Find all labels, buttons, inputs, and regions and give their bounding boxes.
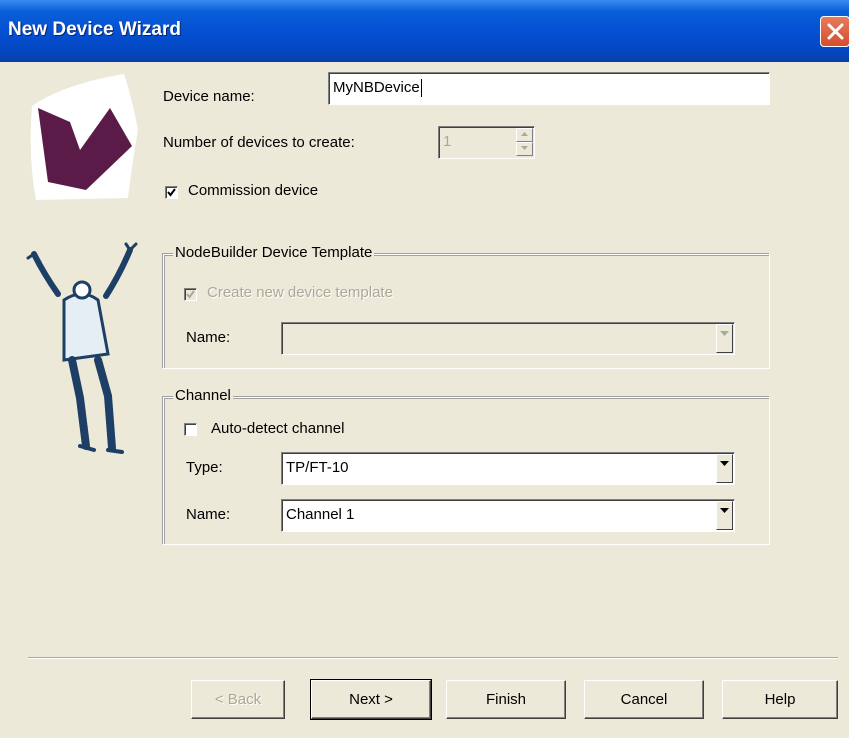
chevron-down-icon: [720, 508, 729, 513]
chevron-down-icon: [720, 331, 729, 336]
auto-detect-label[interactable]: Auto-detect channel: [211, 420, 344, 437]
arrow-up-icon: [521, 132, 528, 136]
title-bar[interactable]: New Device Wizard: [0, 0, 849, 62]
finish-button[interactable]: Finish: [446, 680, 566, 719]
wizard-window: New Device Wizard Device name: MyNBDevic…: [0, 0, 849, 738]
auto-detect-checkbox[interactable]: [184, 423, 197, 436]
create-template-label: Create new device template: [207, 284, 393, 301]
channel-type-value: TP/FT-10: [286, 459, 349, 476]
help-button[interactable]: Help: [722, 680, 838, 719]
template-dropdown-button: [716, 324, 733, 353]
spin-up-button: [516, 128, 533, 142]
template-name-dropdown: [281, 322, 735, 355]
template-name-label: Name:: [186, 329, 231, 346]
close-icon: [827, 23, 844, 40]
create-template-checkbox: [184, 288, 197, 301]
channel-name-value: Channel 1: [286, 506, 355, 523]
channel-group-title: Channel: [173, 387, 233, 404]
back-button: < Back: [191, 680, 285, 719]
device-name-input[interactable]: MyNBDevice: [328, 72, 770, 105]
channel-type-dropdown[interactable]: TP/FT-10: [281, 452, 735, 485]
num-devices-label: Number of devices to create:: [163, 134, 355, 151]
separator-highlight: [28, 658, 838, 659]
device-name-value: MyNBDevice: [333, 79, 420, 96]
template-group-title: NodeBuilder Device Template: [173, 244, 375, 261]
arrow-down-icon: [521, 146, 528, 150]
channel-type-dropdown-button[interactable]: [716, 454, 733, 483]
channel-name-label: Name:: [186, 506, 231, 523]
spin-down-button: [516, 142, 533, 156]
checkmark-icon: [186, 290, 195, 299]
commission-checkbox[interactable]: [165, 186, 178, 199]
close-button[interactable]: [820, 16, 849, 47]
text-cursor: [420, 79, 422, 98]
window-title: New Device Wizard: [8, 19, 182, 40]
channel-type-label: Type:: [186, 459, 223, 476]
channel-name-dropdown[interactable]: Channel 1: [281, 499, 735, 532]
channel-name-dropdown-button[interactable]: [716, 501, 733, 530]
num-devices-spinner: 1: [438, 126, 535, 159]
next-button[interactable]: Next >: [310, 679, 432, 720]
wizard-illustration: [26, 74, 139, 454]
chevron-down-icon: [720, 461, 729, 466]
checkmark-icon: [167, 188, 176, 197]
figure-illustration: [26, 242, 138, 454]
cancel-button[interactable]: Cancel: [584, 680, 704, 719]
commission-label[interactable]: Commission device: [188, 182, 318, 199]
logo-icon: [30, 74, 139, 200]
num-devices-value: 1: [443, 133, 452, 150]
device-name-label: Device name:: [163, 88, 255, 105]
